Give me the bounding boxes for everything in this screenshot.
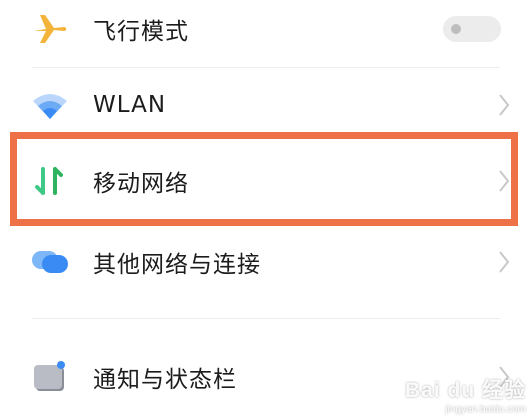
wifi-icon <box>28 83 72 127</box>
toggle-knob <box>451 24 461 34</box>
settings-item-airplane-mode[interactable]: 飞行模式 <box>0 0 532 68</box>
settings-item-mobile-network[interactable]: 移动网络 <box>0 142 532 220</box>
airplane-icon <box>28 7 72 51</box>
divider <box>32 318 500 319</box>
settings-screen: 飞行模式 WLAN 移动网络 其他网络与连接 通知与状态栏 Bai du 经验 … <box>0 0 532 417</box>
watermark-brand: Bai du 经验 <box>404 379 526 402</box>
notification-icon <box>28 355 72 399</box>
watermark: Bai du 经验 jingyan.baidu.com <box>405 374 526 415</box>
settings-item-label: 移动网络 <box>93 171 189 197</box>
settings-item-other-connections[interactable]: 其他网络与连接 <box>0 223 532 301</box>
settings-item-label: WLAN <box>93 92 167 118</box>
watermark-url: jingyan.baidu.com <box>445 404 526 415</box>
settings-item-label: 飞行模式 <box>93 19 189 45</box>
other-connections-icon <box>28 240 72 284</box>
settings-item-label: 通知与状态栏 <box>93 367 237 393</box>
settings-item-wlan[interactable]: WLAN <box>0 66 532 144</box>
chevron-right-icon <box>499 94 510 116</box>
settings-item-label: 其他网络与连接 <box>93 252 261 278</box>
airplane-mode-toggle[interactable] <box>443 16 501 42</box>
mobile-data-icon <box>28 159 72 203</box>
chevron-right-icon <box>499 170 510 192</box>
chevron-right-icon <box>499 251 510 273</box>
